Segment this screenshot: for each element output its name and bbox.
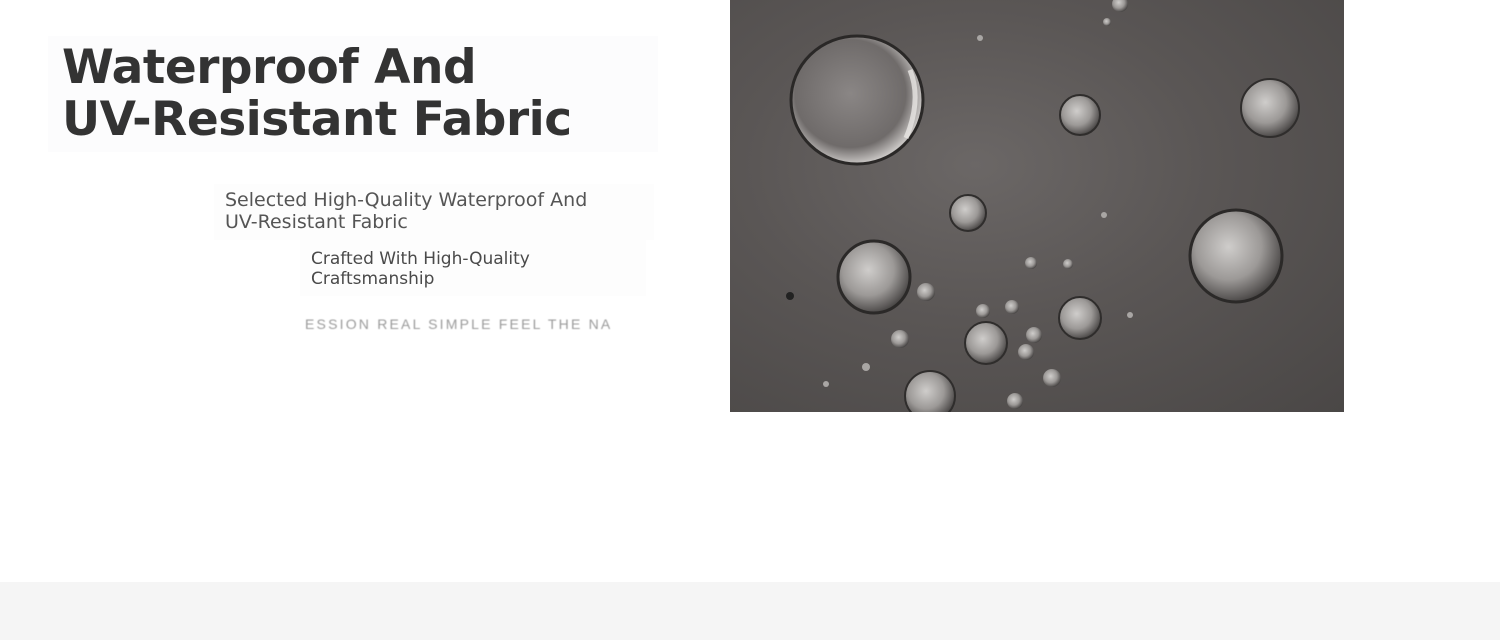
water-droplets-illustration [786, 0, 1300, 412]
feature-subheading-line-2: UV-Resistant Fabric [225, 211, 408, 233]
feature-subheading-line-1: Selected High-Quality Waterproof And [225, 189, 588, 211]
footer-band [0, 582, 1500, 640]
feature-heading: Waterproof And UV-Resistant Fabric [62, 42, 662, 146]
product-feature-section: Waterproof And UV-Resistant Fabric Selec… [0, 0, 1500, 640]
feature-detail-line-1: Crafted With High-Quality [311, 249, 530, 269]
feature-detail-line-2: Craftsmanship [311, 269, 435, 289]
water-droplets-fabric-image [730, 0, 1344, 412]
droplet-group [786, 0, 1300, 412]
feature-heading-line-1: Waterproof And [62, 40, 477, 95]
feature-detail: Crafted With High-Quality Craftsmanship [311, 249, 641, 289]
feature-subheading: Selected High-Quality Waterproof And UV-… [225, 189, 645, 233]
feature-tagline: ESSION REAL SIMPLE FEEL THE NA [305, 316, 613, 332]
feature-heading-line-2: UV-Resistant Fabric [62, 92, 572, 147]
